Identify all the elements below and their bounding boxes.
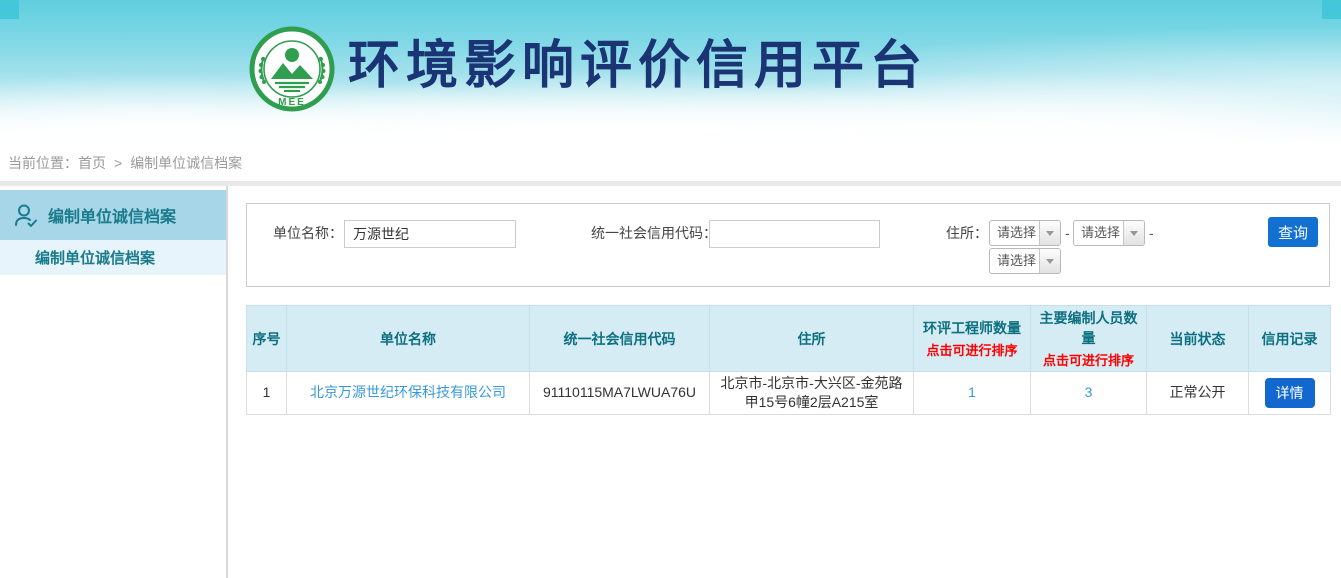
- breadcrumb-home-link[interactable]: 首页: [78, 153, 106, 173]
- unit-name-label: 单位名称：: [273, 220, 343, 246]
- address-dash: -: [1149, 220, 1154, 246]
- select-value: 请选择: [1074, 221, 1123, 245]
- credit-code-input[interactable]: [709, 220, 880, 248]
- sky-corner-decoration: [0, 0, 19, 19]
- col-staff-count-sortable[interactable]: 主要编制人员数量 点击可进行排序: [1031, 306, 1147, 372]
- company-link[interactable]: 北京万源世纪环保科技有限公司: [310, 384, 506, 400]
- unit-name-input[interactable]: [344, 220, 516, 248]
- breadcrumb-label: 当前位置：: [8, 153, 78, 173]
- col-engineer-count-sortable[interactable]: 环评工程师数量 点击可进行排序: [914, 306, 1031, 372]
- chevron-down-icon[interactable]: [1039, 249, 1060, 273]
- select-value: 请选择: [990, 221, 1039, 245]
- user-check-icon: [12, 202, 39, 229]
- address-label: 住所：: [946, 220, 988, 246]
- cell-status: 正常公开: [1147, 372, 1249, 415]
- credit-code-label: 统一社会信用代码：: [591, 220, 717, 246]
- sidebar-group-archives[interactable]: 编制单位诚信档案: [0, 190, 226, 240]
- search-panel: 单位名称： 统一社会信用代码： 住所： 请选择 - 请选择 - 请选择 查询: [246, 203, 1330, 287]
- staff-count-link[interactable]: 3: [1085, 384, 1093, 400]
- site-header: MEE 环境影响评价信用平台: [0, 0, 1341, 145]
- col-credit-record: 信用记录: [1249, 306, 1331, 372]
- col-address: 住所: [710, 306, 914, 372]
- col-company: 单位名称: [287, 306, 530, 372]
- breadcrumb: 当前位置： 首页 > 编制单位诚信档案: [0, 145, 1341, 181]
- sidebar-item-archives[interactable]: 编制单位诚信档案: [0, 240, 226, 275]
- mee-logo: MEE: [249, 26, 335, 112]
- results-table: 序号 单位名称 统一社会信用代码 住所 环评工程师数量 点击可进行排序 主要编制…: [246, 305, 1331, 415]
- address-district-select[interactable]: 请选择: [989, 248, 1061, 274]
- engineer-count-link[interactable]: 1: [968, 384, 976, 400]
- table-row: 1 北京万源世纪环保科技有限公司 91110115MA7LWUA76U 北京市-…: [247, 372, 1331, 415]
- address-province-select[interactable]: 请选择: [989, 220, 1061, 246]
- query-button[interactable]: 查询: [1268, 217, 1318, 247]
- page-title: 环境影响评价信用平台: [348, 40, 928, 92]
- table-header-row: 序号 单位名称 统一社会信用代码 住所 环评工程师数量 点击可进行排序 主要编制…: [247, 306, 1331, 372]
- cell-address: 北京市-北京市-大兴区-金苑路甲15号6幢2层A215室: [710, 372, 914, 415]
- chevron-down-icon[interactable]: [1039, 221, 1060, 245]
- col-credit-code: 统一社会信用代码: [530, 306, 710, 372]
- chevron-down-icon[interactable]: [1123, 221, 1144, 245]
- cell-index: 1: [247, 372, 287, 415]
- sidebar-group-label: 编制单位诚信档案: [48, 203, 176, 227]
- logo-mee-text: MEE: [278, 97, 306, 108]
- breadcrumb-separator: >: [114, 155, 122, 171]
- address-city-select[interactable]: 请选择: [1073, 220, 1145, 246]
- breadcrumb-current: 编制单位诚信档案: [130, 153, 242, 173]
- sidebar-item-label: 编制单位诚信档案: [35, 247, 155, 268]
- select-value: 请选择: [990, 249, 1039, 273]
- address-dash: -: [1065, 220, 1070, 246]
- col-index: 序号: [247, 306, 287, 372]
- sort-hint[interactable]: 点击可进行排序: [916, 340, 1028, 359]
- col-status: 当前状态: [1147, 306, 1249, 372]
- sidebar: 编制单位诚信档案 编制单位诚信档案: [0, 186, 228, 578]
- sort-hint[interactable]: 点击可进行排序: [1033, 350, 1144, 369]
- sky-corner-decoration: [1322, 0, 1341, 19]
- cell-credit-code: 91110115MA7LWUA76U: [530, 372, 710, 415]
- detail-button[interactable]: 详情: [1265, 378, 1315, 408]
- content-area: 单位名称： 统一社会信用代码： 住所： 请选择 - 请选择 - 请选择 查询: [228, 186, 1341, 578]
